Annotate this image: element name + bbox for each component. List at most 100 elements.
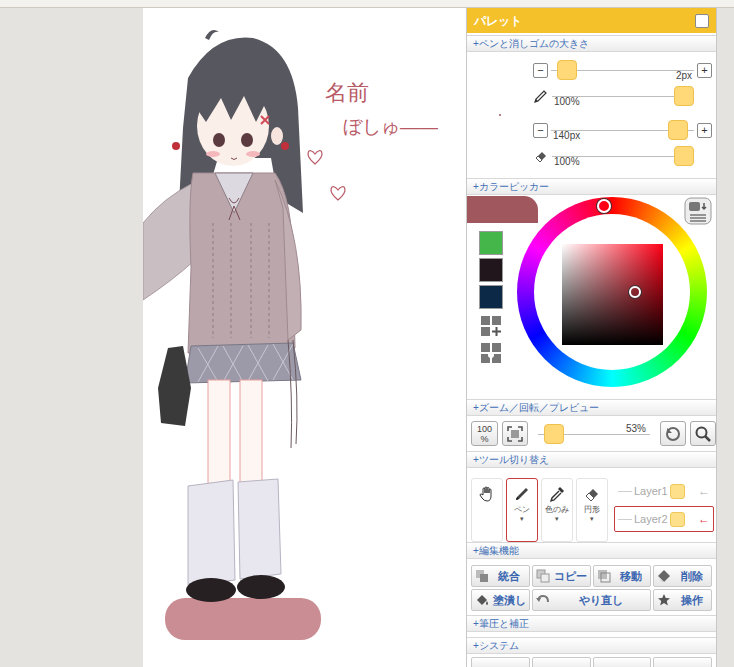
zoom-reading: 53% bbox=[626, 424, 646, 434]
slider-reading: 100% bbox=[554, 96, 580, 107]
tool-menu-arrow[interactable]: ▾ bbox=[520, 515, 524, 523]
section-heading[interactable]: +カラーピッカー bbox=[467, 178, 716, 195]
zoom-slider[interactable]: 53% bbox=[538, 424, 650, 444]
edit-button-label: 移動 bbox=[615, 570, 648, 583]
layer-row[interactable]: Layer2 ← bbox=[614, 506, 714, 532]
drawing-canvas[interactable]: 名前ぼしゅ—— bbox=[143, 8, 466, 667]
sv-square[interactable] bbox=[562, 244, 663, 345]
dropper-icon bbox=[548, 485, 566, 503]
edit-button-label: 操作 bbox=[675, 594, 708, 607]
edit-button[interactable]: 削除 bbox=[653, 565, 712, 587]
redo-icon bbox=[536, 593, 550, 607]
edit-button[interactable]: 統合 bbox=[471, 565, 530, 587]
sv-marker[interactable] bbox=[629, 286, 641, 298]
canvas-note: ぼしゅ—— bbox=[343, 116, 438, 139]
pin-checkbox[interactable] bbox=[695, 14, 709, 28]
slider-row: 100% bbox=[533, 86, 712, 106]
edit-button-label: 塗潰し bbox=[493, 594, 526, 607]
slider-fill[interactable] bbox=[668, 120, 688, 140]
slider-knob[interactable] bbox=[674, 86, 694, 106]
hue-marker[interactable] bbox=[597, 199, 611, 213]
minus-button[interactable]: − bbox=[533, 63, 548, 78]
edit-button[interactable]: やり直し bbox=[532, 589, 652, 611]
slider-track[interactable]: 100% bbox=[552, 86, 694, 106]
slider-track[interactable]: 2px bbox=[551, 60, 694, 80]
edit-button[interactable]: コピー bbox=[532, 565, 591, 587]
edit-button[interactable]: 塗潰し bbox=[471, 589, 530, 611]
tool-menu-arrow[interactable]: ▾ bbox=[555, 515, 559, 523]
rotate-icon[interactable] bbox=[660, 421, 686, 446]
fill-icon bbox=[475, 593, 489, 607]
tool-button[interactable]: 円形▾ bbox=[576, 478, 608, 542]
slider-track[interactable]: 140px bbox=[551, 120, 694, 140]
tool-menu-arrow[interactable]: ▾ bbox=[590, 515, 594, 523]
slider-fill[interactable] bbox=[674, 146, 694, 166]
layer-opacity-knob[interactable] bbox=[670, 484, 685, 499]
plus-button[interactable]: + bbox=[697, 63, 712, 78]
edit-button[interactable]: 操作 bbox=[653, 589, 712, 611]
color-picker-panel bbox=[467, 195, 716, 399]
zoom-panel: 100% 53% bbox=[467, 416, 716, 451]
section-heading[interactable]: +システム bbox=[467, 637, 716, 654]
zoom-reset-button[interactable]: 100% bbox=[471, 421, 498, 446]
tool-button[interactable] bbox=[471, 478, 503, 542]
slider-row: 100% bbox=[533, 146, 712, 166]
edit-panel: 統合 コピー 移動 削除塗潰しやり直し 操作 bbox=[467, 559, 716, 615]
section-heading[interactable]: +ペンと消しゴムの大きさ bbox=[467, 35, 716, 52]
layer-opacity-knob[interactable] bbox=[670, 512, 685, 527]
plus-button[interactable]: + bbox=[697, 123, 712, 138]
tool-label: 円形 bbox=[584, 505, 600, 515]
tool-button[interactable]: ペン▾ bbox=[506, 478, 538, 542]
tool-button[interactable]: 色のみ▾ bbox=[541, 478, 573, 542]
palette-header[interactable]: パレット bbox=[467, 8, 716, 33]
slider-row: − 2px + bbox=[533, 60, 712, 80]
color-swatch[interactable] bbox=[479, 258, 503, 282]
slider-knob[interactable] bbox=[674, 146, 694, 166]
eraser-icon bbox=[533, 148, 549, 164]
system-buttons bbox=[467, 654, 716, 667]
section-heading[interactable]: +編集機能 bbox=[467, 542, 716, 559]
slider-fill[interactable] bbox=[544, 424, 564, 444]
slider-knob[interactable] bbox=[544, 424, 564, 444]
slider-fill[interactable] bbox=[557, 60, 577, 80]
swatch-manage-icon[interactable] bbox=[479, 341, 503, 365]
magnifier-icon[interactable] bbox=[690, 421, 716, 446]
layer-arrow-icon[interactable]: ← bbox=[698, 485, 710, 498]
section-heading[interactable]: +筆圧と補正 bbox=[467, 615, 716, 632]
swap-colors-icon[interactable] bbox=[684, 197, 712, 225]
brush-preview-dot bbox=[499, 114, 501, 116]
edit-button[interactable]: 移動 bbox=[593, 565, 652, 587]
color-swatch[interactable] bbox=[479, 231, 503, 255]
section-heading[interactable]: +ズーム／回転／プレビュー bbox=[467, 399, 716, 416]
layer-row[interactable]: Layer1← bbox=[614, 478, 714, 504]
top-strip bbox=[0, 0, 734, 8]
pen-icon bbox=[513, 485, 531, 503]
color-swatch[interactable] bbox=[479, 285, 503, 309]
tools-panel: ペン▾色のみ▾円形▾Layer1←Layer2← bbox=[467, 468, 716, 542]
copy-icon bbox=[536, 569, 550, 583]
app-area: 名前ぼしゅ—— パレット+ペンと消しゴムの大きさ−2px+100%−140px+… bbox=[0, 8, 734, 667]
fit-screen-icon[interactable] bbox=[502, 421, 528, 446]
add-swatch-icon[interactable] bbox=[479, 314, 503, 338]
merge-icon bbox=[475, 569, 489, 583]
slider-track[interactable]: 100% bbox=[552, 146, 694, 166]
layer-list: Layer1← Layer2 ← bbox=[614, 478, 714, 542]
color-wheel[interactable] bbox=[517, 197, 707, 387]
slider-fill[interactable] bbox=[674, 86, 694, 106]
operate-icon bbox=[657, 593, 671, 607]
layer-label: Layer2 bbox=[634, 513, 668, 526]
slider-reading: 140px bbox=[553, 130, 580, 141]
slider-knob[interactable] bbox=[557, 60, 577, 80]
edit-button-label: コピー bbox=[554, 570, 587, 583]
delete-icon bbox=[657, 569, 671, 583]
edit-button-label: 削除 bbox=[675, 570, 708, 583]
section-heading[interactable]: +ツール切り替え bbox=[467, 451, 716, 468]
slider-knob[interactable] bbox=[668, 120, 688, 140]
slider-reading: 2px bbox=[676, 70, 692, 81]
tool-label: ペン bbox=[514, 505, 530, 515]
right-margin bbox=[717, 8, 734, 667]
pen-size-panel: −2px+100%−140px+100% bbox=[467, 52, 716, 178]
current-color bbox=[467, 196, 538, 223]
minus-button[interactable]: − bbox=[533, 123, 548, 138]
layer-arrow-icon[interactable]: ← bbox=[698, 513, 710, 526]
